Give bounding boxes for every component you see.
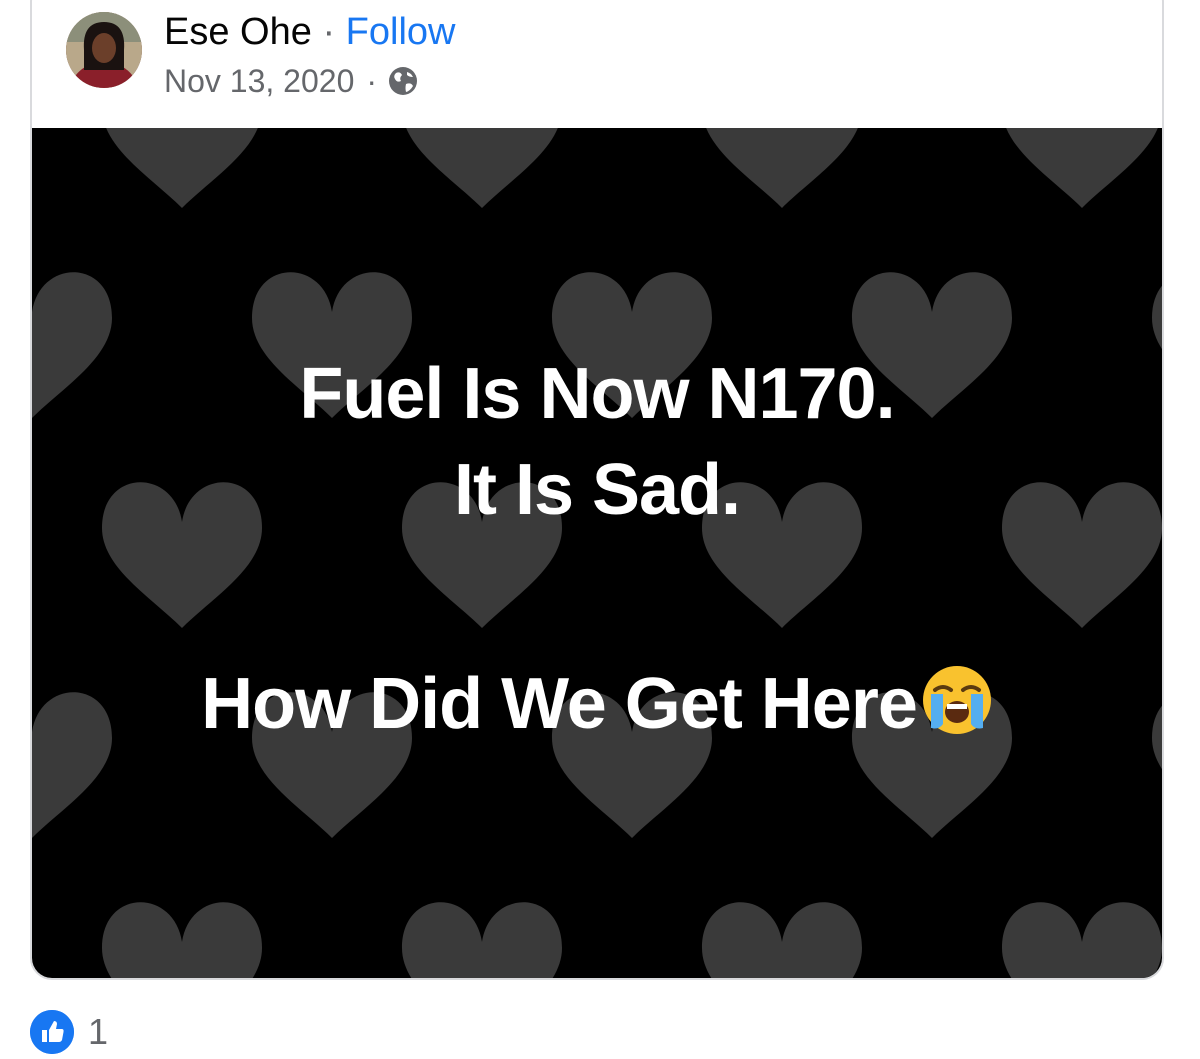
heart-shape [402, 902, 562, 978]
media-line-3: How Did We Get Here [32, 656, 1162, 752]
meta-separator: · [366, 63, 378, 99]
post-image[interactable]: Fuel Is Now N170. It Is Sad. How Did We … [32, 128, 1162, 978]
globe-icon [387, 65, 419, 97]
heart-shape [102, 128, 262, 208]
like-icon [30, 1010, 74, 1054]
reactions-bar[interactable]: 1 [30, 1010, 109, 1054]
author-name[interactable]: Ese Ohe [164, 11, 312, 53]
reaction-count: 1 [88, 1011, 109, 1052]
author-separator: · [322, 11, 336, 53]
heart-shape [1002, 128, 1162, 208]
heart-shape [702, 902, 862, 978]
media-line-2: It Is Sad. [453, 450, 741, 530]
heart-shape [102, 902, 262, 978]
media-line-1: Fuel Is Now N170. [299, 354, 895, 434]
follow-button[interactable]: Follow [346, 11, 456, 53]
author-avatar[interactable] [66, 12, 142, 88]
author-line: Ese Ohe · Follow [164, 8, 455, 56]
post-card: Ese Ohe · Follow Nov 13, 2020 · Fuel Is … [30, 0, 1164, 980]
post-header: Ese Ohe · Follow Nov 13, 2020 · [32, 2, 1162, 128]
media-line-3-text: How Did We Get Here [201, 664, 918, 744]
post-date[interactable]: Nov 13, 2020 [164, 60, 354, 102]
heart-shape [402, 128, 562, 208]
post-meta: Nov 13, 2020 · [164, 60, 419, 102]
crying-face-emoji [921, 664, 993, 736]
heart-shape [1002, 902, 1162, 978]
heart-pattern [32, 128, 1162, 978]
heart-shape [702, 128, 862, 208]
